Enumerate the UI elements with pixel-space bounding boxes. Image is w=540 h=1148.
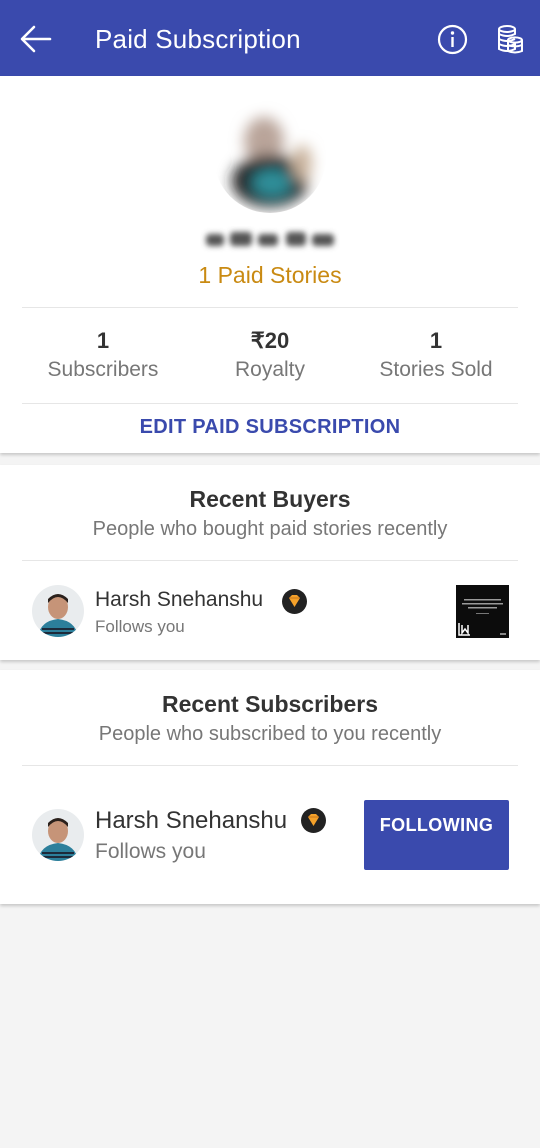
stat-label: Stories Sold (379, 358, 493, 381)
stat-subscribers[interactable]: 1 Subscribers (18, 326, 188, 382)
paid-stories-count[interactable]: 1 Paid Stories (0, 262, 540, 289)
diamond-icon (301, 808, 326, 833)
section-subtitle: People who bought paid stories recently (92, 518, 448, 540)
follow-status: Follows you (95, 840, 206, 863)
stat-stories-sold[interactable]: 1 Stories Sold (351, 326, 521, 382)
stat-royalty[interactable]: ₹20 Royalty (185, 326, 355, 382)
divider (22, 403, 518, 404)
profile-name-blurred (206, 232, 334, 246)
section-subtitle: People who subscribed to you recently (98, 723, 442, 745)
user-name[interactable]: Harsh Snehanshu (95, 588, 263, 612)
info-icon[interactable] (437, 24, 468, 55)
section-title: Recent Subscribers (161, 691, 379, 717)
section-title: Recent Buyers (189, 486, 351, 512)
arrow-left-icon[interactable] (18, 22, 54, 56)
divider (22, 560, 518, 561)
divider (22, 307, 518, 308)
avatar[interactable] (32, 809, 84, 861)
stat-value: 1 (429, 328, 443, 353)
profile-avatar[interactable] (214, 101, 326, 213)
avatar[interactable] (32, 585, 84, 637)
stat-label: Royalty (234, 358, 306, 381)
follow-status: Follows you (95, 617, 185, 636)
stat-value: ₹20 (250, 328, 290, 353)
coins-icon[interactable] (496, 24, 524, 54)
diamond-icon (282, 589, 307, 614)
following-button[interactable]: FOLLOWING (364, 800, 509, 870)
recent-subscribers-card: Recent Subscribers People who subscribed… (0, 670, 540, 904)
stat-label: Subscribers (47, 358, 159, 381)
stat-value: 1 (96, 328, 110, 353)
user-name[interactable]: Harsh Snehanshu (95, 807, 287, 835)
divider (22, 765, 518, 766)
profile-card: 1 Paid Stories 1 Subscribers ₹20 Royalty… (0, 76, 540, 453)
recent-buyers-card: Recent Buyers People who bought paid sto… (0, 465, 540, 660)
app-bar: Paid Subscription (0, 0, 540, 76)
edit-paid-subscription-button[interactable]: EDIT PAID SUBSCRIPTION (0, 416, 540, 439)
story-thumbnail[interactable] (456, 585, 509, 638)
page-title: Paid Subscription (95, 24, 301, 54)
